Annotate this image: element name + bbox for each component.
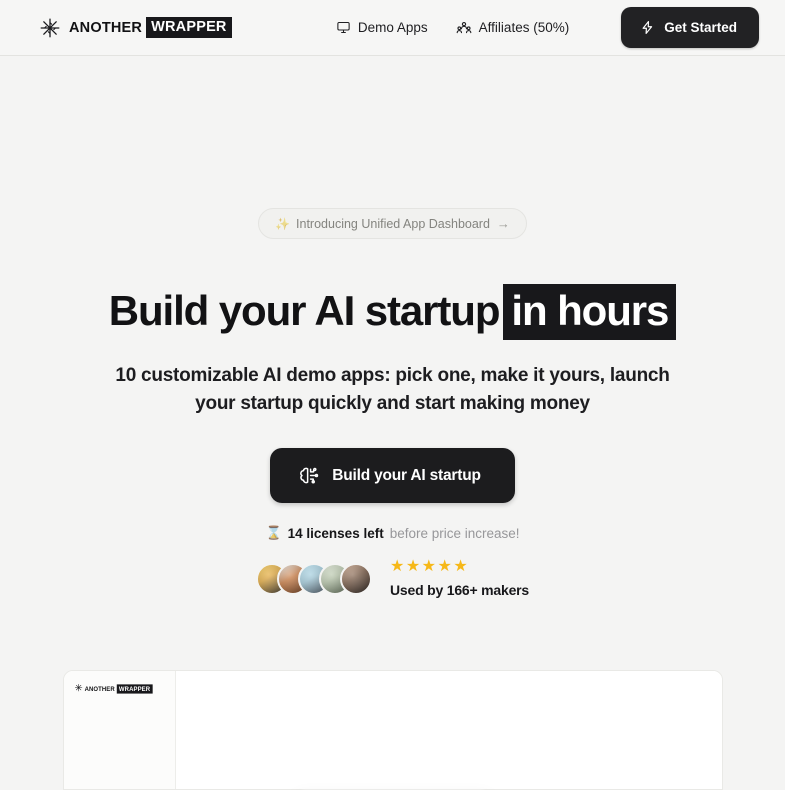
announcement-badge-label: Introducing Unified App Dashboard bbox=[296, 216, 490, 231]
rating-block: ★★★★★ Used by 166+ makers bbox=[389, 558, 530, 599]
nav-link-demo-apps[interactable]: Demo Apps bbox=[336, 20, 428, 35]
scarcity-notice: ⌛ 14 licenses left before price increase… bbox=[0, 525, 785, 541]
app-preview-content bbox=[175, 671, 722, 789]
users-group-icon bbox=[456, 20, 472, 36]
arrow-right-icon: → bbox=[496, 216, 510, 231]
monitor-icon bbox=[336, 20, 351, 35]
starburst-icon bbox=[38, 16, 62, 40]
hero-subheadline: 10 customizable AI demo apps: pick one, … bbox=[115, 365, 670, 415]
app-preview-wordmark: ANOTHER WRAPPER bbox=[84, 684, 152, 694]
ai-brain-icon bbox=[298, 465, 319, 486]
hero-headline-plain: Build your AI startup bbox=[108, 287, 501, 334]
get-started-button[interactable]: Get Started bbox=[621, 7, 759, 48]
hourglass-icon: ⌛ bbox=[265, 525, 282, 541]
app-preview-window: ANOTHER WRAPPER bbox=[62, 670, 723, 790]
floating-dock bbox=[288, 789, 497, 790]
avatar-group bbox=[255, 562, 372, 595]
hero-cta-label: Build your AI startup bbox=[332, 466, 481, 484]
avatar bbox=[339, 562, 372, 595]
hero-headline: Build your AI startup in hours bbox=[0, 284, 785, 340]
nav-link-affiliates[interactable]: Affiliates (50%) bbox=[456, 20, 570, 36]
brand-logo[interactable]: ANOTHER WRAPPER bbox=[38, 16, 232, 40]
star-rating: ★★★★★ bbox=[389, 558, 470, 576]
app-preview-word-one: ANOTHER bbox=[84, 685, 115, 693]
primary-nav: Demo Apps Affiliates (50%) Get Started bbox=[336, 7, 759, 48]
starburst-icon bbox=[74, 683, 83, 695]
app-preview-word-two: WRAPPER bbox=[116, 684, 152, 694]
hero-headline-highlight: in hours bbox=[503, 284, 677, 340]
hero-section: ✨ Introducing Unified App Dashboard → Bu… bbox=[0, 56, 785, 790]
get-started-label: Get Started bbox=[664, 20, 737, 35]
makers-count-label: Used by 166+ makers bbox=[389, 582, 530, 599]
site-header: ANOTHER WRAPPER Demo Apps Affiliates (50… bbox=[0, 0, 785, 56]
brand-wordmark: ANOTHER WRAPPER bbox=[69, 17, 232, 38]
app-preview-region: ANOTHER WRAPPER bbox=[0, 670, 785, 790]
social-proof: ★★★★★ Used by 166+ makers bbox=[0, 559, 785, 598]
brand-word-two: WRAPPER bbox=[146, 17, 232, 38]
nav-link-affiliates-label: Affiliates (50%) bbox=[478, 20, 570, 35]
app-preview-logo: ANOTHER WRAPPER bbox=[74, 683, 152, 695]
app-preview-sidebar: ANOTHER WRAPPER bbox=[63, 671, 176, 789]
nav-link-demo-apps-label: Demo Apps bbox=[357, 20, 428, 35]
announcement-badge[interactable]: ✨ Introducing Unified App Dashboard → bbox=[258, 208, 527, 239]
sparkles-icon: ✨ bbox=[275, 216, 291, 231]
brand-word-one: ANOTHER bbox=[69, 19, 143, 36]
lightning-bolt-icon bbox=[640, 20, 655, 35]
hero-cta-button[interactable]: Build your AI startup bbox=[270, 448, 515, 504]
price-increase-note: before price increase! bbox=[389, 525, 520, 541]
licenses-left-count: 14 licenses left bbox=[287, 525, 384, 541]
